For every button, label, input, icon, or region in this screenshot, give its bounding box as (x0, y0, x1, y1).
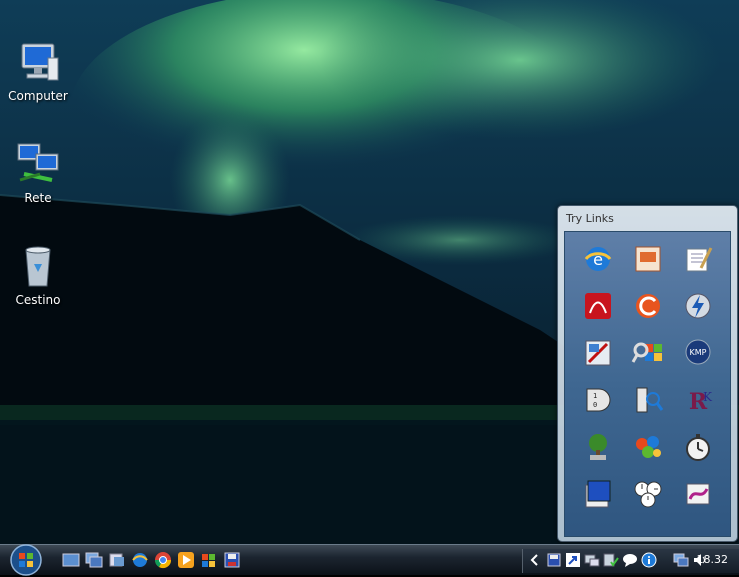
svg-text:0: 0 (593, 401, 597, 409)
kmplayer-icon[interactable]: KMP (681, 338, 715, 368)
chrome-icon[interactable] (154, 551, 172, 569)
start-button[interactable] (8, 543, 44, 577)
shield-check-icon[interactable] (603, 552, 619, 568)
notepad-icon[interactable] (681, 244, 715, 274)
windows-flag-icon[interactable] (200, 551, 218, 569)
tree-tool-icon[interactable] (581, 432, 615, 462)
computer-icon (21, 43, 59, 81)
media-player-icon[interactable] (177, 551, 195, 569)
info-icon[interactable] (641, 552, 657, 568)
devices-icon[interactable] (584, 552, 600, 568)
ccleaner-icon[interactable] (631, 291, 665, 321)
show-desktop-icon[interactable] (62, 551, 80, 569)
try-links-gadget: Try Links e KMP 1 0 R K (557, 205, 738, 542)
svg-text:e: e (593, 250, 603, 269)
gadget-title: Try Links (566, 212, 614, 225)
shortcut-icon[interactable] (565, 552, 581, 568)
desktop-icon-label: Cestino (15, 293, 61, 307)
explorer-icon[interactable] (108, 551, 126, 569)
chat-icon[interactable] (622, 552, 638, 568)
svg-text:1: 1 (593, 392, 597, 400)
notebook-icon[interactable] (581, 479, 615, 509)
ie-icon[interactable] (131, 551, 149, 569)
rsk-icon[interactable]: R K (681, 385, 715, 415)
desktop-icon-recycle-bin[interactable]: Cestino (0, 242, 78, 307)
network-icon[interactable] (673, 552, 689, 568)
internet-explorer-icon[interactable]: e (581, 244, 615, 274)
quick-launch (62, 551, 241, 569)
svg-text:K: K (703, 390, 713, 404)
paint-icon[interactable] (581, 338, 615, 368)
gadget-content: e KMP 1 0 R K (564, 231, 731, 537)
disk-tool-icon[interactable] (681, 479, 715, 509)
desktop-icon-network[interactable]: Rete (0, 140, 78, 205)
desktop-icon-label: Computer (8, 89, 68, 103)
recycle-bin-icon (25, 246, 51, 287)
presentation-icon[interactable] (631, 244, 665, 274)
taskbar: 18.32 (0, 543, 739, 577)
acrobat-reader-icon[interactable] (581, 291, 615, 321)
desktop-icon-label: Rete (24, 191, 52, 205)
chevron-left-icon[interactable] (527, 552, 543, 568)
svg-text:KMP: KMP (690, 348, 707, 357)
desktop-icon-computer[interactable]: Computer (0, 38, 78, 103)
switch-windows-icon[interactable] (85, 551, 103, 569)
clock[interactable]: 18.32 (697, 553, 729, 566)
stopwatch-icon[interactable] (681, 432, 715, 462)
speed-bolt-icon[interactable] (681, 291, 715, 321)
flowers-icon[interactable] (631, 432, 665, 462)
windows-search-icon[interactable] (631, 338, 665, 368)
floppy-icon[interactable] (546, 552, 562, 568)
clocks-icon[interactable] (631, 479, 665, 509)
network-icon (17, 143, 59, 182)
system-tray: 18.32 (522, 549, 739, 573)
logic-gate-icon[interactable]: 1 0 (581, 385, 615, 415)
network-scanner-icon[interactable] (631, 385, 665, 415)
floppy-icon[interactable] (223, 551, 241, 569)
